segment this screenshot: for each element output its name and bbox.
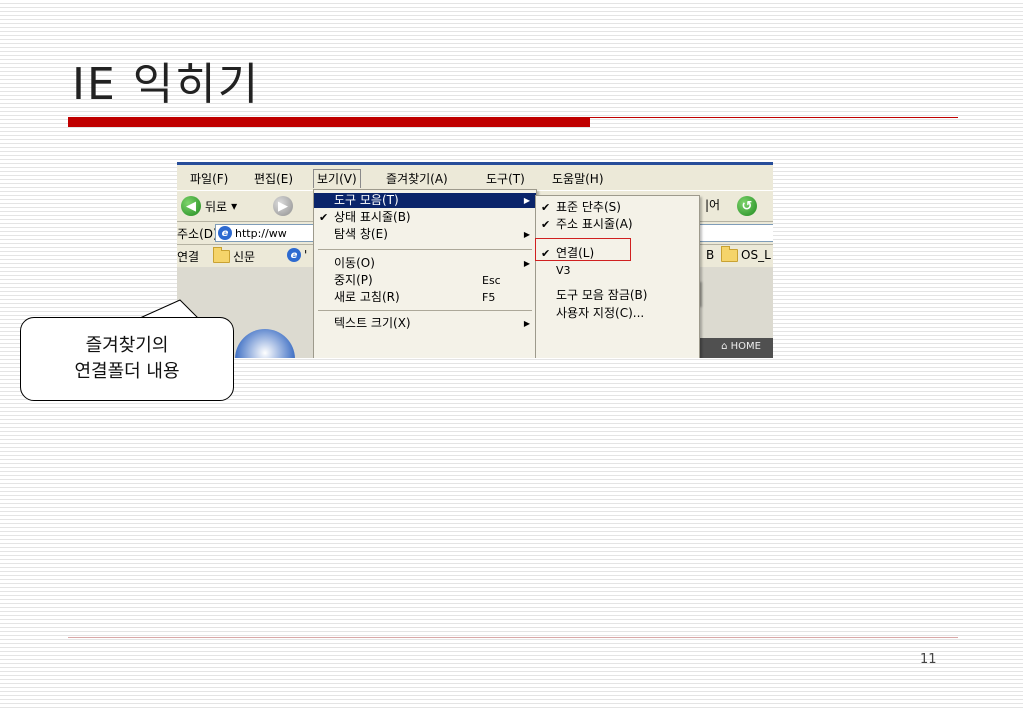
menu-bar: 파일(F) 편집(E) 보기(V) 즐겨찾기(A) 도구(T) 도움말(H) bbox=[177, 167, 773, 189]
chevron-right-icon: ▶ bbox=[523, 319, 530, 328]
menu-help[interactable]: 도움말(H) bbox=[549, 170, 607, 188]
callout-line-2: 연결폴더 내용 bbox=[74, 361, 180, 382]
site-logo bbox=[235, 329, 295, 358]
menu-item-label: 사용자 지정(C)... bbox=[556, 306, 645, 320]
link-b[interactable]: B bbox=[706, 248, 714, 262]
submenu-v3[interactable]: V3 bbox=[536, 263, 699, 278]
link-page-label: ' bbox=[304, 248, 308, 262]
submenu-customize[interactable]: 사용자 지정(C)... bbox=[536, 306, 699, 321]
menu-item-label: 중지(P) bbox=[334, 273, 373, 287]
back-button[interactable]: ◀ 뒤로 ▾ bbox=[181, 196, 237, 216]
callout-line-1: 즐겨찾기의 bbox=[85, 335, 169, 356]
folder-icon bbox=[721, 245, 738, 262]
home-label: HOME bbox=[730, 341, 761, 352]
history-button[interactable]: ↺ bbox=[737, 196, 757, 216]
view-menu-explorer-bar[interactable]: 탐색 창(E) ▶ bbox=[314, 227, 536, 242]
menu-item-label: 텍스트 크기(X) bbox=[334, 316, 411, 330]
chevron-right-icon: ▶ bbox=[523, 196, 530, 205]
ie-page-icon: e bbox=[287, 248, 301, 262]
back-label: 뒤로 bbox=[205, 199, 228, 214]
history-icon: ↺ bbox=[737, 196, 757, 216]
view-menu-statusbar[interactable]: ✔ 상태 표시줄(B) bbox=[314, 210, 536, 225]
link-b-label: B bbox=[706, 248, 715, 262]
menu-view[interactable]: 보기(V) bbox=[313, 169, 361, 188]
page-number: 11 bbox=[920, 652, 937, 667]
shortcut-label: F5 bbox=[482, 291, 496, 304]
callout-box: 즐겨찾기의 연결폴더 내용 bbox=[20, 317, 234, 401]
title-underline-accent bbox=[68, 117, 590, 127]
window-title-strip bbox=[177, 162, 773, 165]
back-arrow-icon: ◀ bbox=[181, 196, 201, 216]
footer-rule bbox=[68, 637, 958, 638]
ie-page-icon: e bbox=[218, 226, 232, 240]
menu-item-label: 도구 모음 잠금(B) bbox=[556, 288, 648, 302]
menu-edit[interactable]: 편집(E) bbox=[251, 170, 296, 188]
ie-screenshot: 파일(F) 편집(E) 보기(V) 즐겨찾기(A) 도구(T) 도움말(H) ◀… bbox=[177, 162, 773, 358]
menu-item-label: 이동(O) bbox=[334, 256, 375, 270]
links-label: 연결 bbox=[177, 250, 200, 264]
link-news[interactable]: 신문 bbox=[213, 247, 256, 265]
address-value: http://ww bbox=[235, 226, 287, 240]
menu-item-label: 탐색 창(E) bbox=[334, 227, 388, 241]
toolbar-right-label: |어 bbox=[705, 198, 721, 212]
forward-button[interactable]: ▶ bbox=[273, 196, 293, 216]
submenu-address-bar[interactable]: ✔ 주소 표시줄(A) bbox=[536, 217, 699, 232]
menu-favorites[interactable]: 즐겨찾기(A) bbox=[383, 170, 451, 188]
link-news-label: 신문 bbox=[233, 250, 256, 264]
view-menu-goto[interactable]: 이동(O) ▶ bbox=[314, 256, 536, 271]
link-os[interactable]: OS_L bbox=[721, 245, 771, 262]
view-menu-stop[interactable]: 중지(P) Esc bbox=[314, 273, 536, 288]
title-underline-rule bbox=[590, 117, 958, 118]
link-page[interactable]: e ' bbox=[287, 248, 307, 262]
menu-item-label: 표준 단추(S) bbox=[556, 200, 621, 214]
view-menu: 도구 모음(T) ▶ ✔ 상태 표시줄(B) 탐색 창(E) ▶ 이동(O) ▶… bbox=[313, 189, 537, 358]
check-icon: ✔ bbox=[319, 211, 329, 224]
menu-item-label: 주소 표시줄(A) bbox=[556, 217, 633, 231]
links-highlight-box bbox=[535, 238, 631, 261]
menu-item-label: V3 bbox=[556, 264, 571, 277]
chevron-down-icon[interactable]: ▾ bbox=[231, 199, 237, 213]
menu-tools[interactable]: 도구(T) bbox=[483, 170, 528, 188]
view-menu-refresh[interactable]: 새로 고침(R) F5 bbox=[314, 290, 536, 305]
check-icon: ✔ bbox=[541, 218, 551, 231]
view-menu-toolbars[interactable]: 도구 모음(T) ▶ bbox=[314, 193, 536, 208]
menu-item-label: 새로 고침(R) bbox=[334, 290, 400, 304]
menu-separator bbox=[318, 249, 532, 250]
toolbars-submenu-lower: 도구 모음 잠금(B) 사용자 지정(C)... bbox=[535, 280, 700, 358]
home-link[interactable]: ⌂ HOME bbox=[721, 341, 761, 352]
menu-item-label: 도구 모음(T) bbox=[334, 193, 399, 207]
menu-item-label: 상태 표시줄(B) bbox=[334, 210, 411, 224]
chevron-right-icon: ▶ bbox=[523, 230, 530, 239]
forward-arrow-icon: ▶ bbox=[273, 196, 293, 216]
submenu-lock-toolbars[interactable]: 도구 모음 잠금(B) bbox=[536, 288, 699, 303]
address-label: 주소(D) bbox=[177, 227, 218, 241]
link-os-label: OS_L bbox=[741, 248, 771, 262]
chevron-right-icon: ▶ bbox=[523, 259, 530, 268]
folder-icon bbox=[213, 247, 230, 263]
slide-title: IE 익히기 bbox=[72, 59, 261, 110]
menu-file[interactable]: 파일(F) bbox=[187, 170, 231, 188]
menu-separator bbox=[318, 310, 532, 311]
submenu-standard-buttons[interactable]: ✔ 표준 단추(S) bbox=[536, 200, 699, 215]
shortcut-label: Esc bbox=[482, 274, 501, 287]
view-menu-text-size[interactable]: 텍스트 크기(X) ▶ bbox=[314, 316, 536, 331]
check-icon: ✔ bbox=[541, 201, 551, 214]
toolbar-right-text: |어 bbox=[705, 196, 720, 213]
